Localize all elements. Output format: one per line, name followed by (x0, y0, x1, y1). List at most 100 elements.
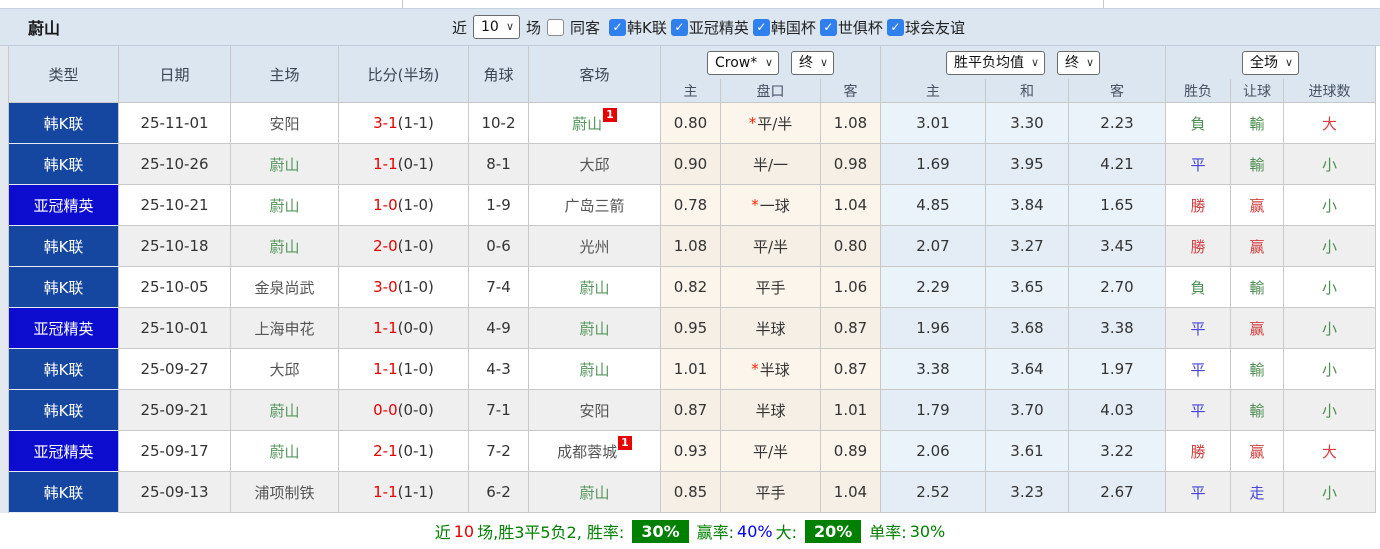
odds1x2-select-wrap: 胜平负均值 ∨ (946, 50, 1045, 75)
summary-badge: 20% (804, 519, 862, 543)
filter-toolbar: 蔚山 近 10 ∨ 场 同客 ✓ 韩K联 ✓ 亚冠精英 ✓ 韩国杯 ✓ 世俱杯 ✓ 球会友谊 (0, 8, 1380, 46)
handicap-result-cell: 輸 (1231, 267, 1284, 308)
home-team-name: 安阳 (269, 114, 300, 133)
odds-draw-cell: 3.95 (986, 144, 1069, 185)
handicap-line-cell: 半/一 (721, 144, 821, 185)
subcol-header-odds-draw: 和 (986, 79, 1069, 103)
col-header-away: 客场 (529, 46, 661, 103)
odds-away-cell: 1.65 (1069, 185, 1166, 226)
handicap-result-cell: 輸 (1231, 103, 1284, 144)
odds-away-cell: 2.23 (1069, 103, 1166, 144)
checkbox-checked-icon[interactable]: ✓ (609, 18, 627, 36)
league-filter[interactable]: ✓ 球会友谊 (886, 17, 965, 38)
subcol-header-handicap-line: 盘口 (721, 79, 821, 103)
handicap-line-cell: 半球 (721, 390, 821, 431)
checkbox-checked-icon[interactable]: ✓ (819, 18, 837, 36)
odds-home-cell: 1.96 (881, 308, 986, 349)
goals-result-cell: 大 (1284, 431, 1376, 472)
league-filter[interactable]: ✓ 韩K联 (609, 17, 667, 38)
handicap-line-cell: 平手 (721, 267, 821, 308)
fulltime-score: 0-0 (373, 401, 398, 419)
summary-text: 大: (775, 523, 797, 542)
odds-draw-cell: 3.23 (986, 472, 1069, 513)
odds-away-cell: 1.97 (1069, 349, 1166, 390)
result-cell: 勝 (1166, 226, 1231, 267)
league-filter-group: ✓ 韩K联 ✓ 亚冠精英 ✓ 韩国杯 ✓ 世俱杯 ✓ 球会友谊 (606, 17, 965, 38)
handicap-line-text: 平/半 (757, 114, 793, 133)
away-team-name: 蔚山 (579, 483, 610, 502)
league-filter[interactable]: ✓ 世俱杯 (819, 17, 883, 38)
summary-text: 40% (737, 521, 773, 541)
fulltime-score: 1-0 (373, 196, 398, 214)
date-cell: 25-09-21 (119, 390, 231, 431)
handicap-line-text: 半球 (755, 319, 786, 338)
fulltime-score: 3-1 (373, 114, 398, 132)
league-badge: 亚冠精英 (9, 308, 119, 349)
handicap-line-text: 半球 (755, 401, 786, 420)
handicap-home-odds-cell: 0.82 (661, 267, 721, 308)
handicap-result-cell: 赢 (1231, 431, 1284, 472)
odds-home-cell: 4.85 (881, 185, 986, 226)
away-team-name: 蔚山 (579, 319, 610, 338)
col-header-score: 比分(半场) (339, 46, 469, 103)
same-opponent-checkbox[interactable] (547, 18, 565, 36)
checkbox-checked-icon[interactable]: ✓ (752, 18, 770, 36)
handicap-time-select[interactable]: 终 (791, 50, 834, 75)
recent-count-select-wrap: 10 ∨ (473, 15, 521, 39)
home-team-cell: 蔚山 (231, 185, 339, 226)
score-cell: 1-1 (1-0) (339, 349, 469, 390)
home-team-name: 蔚山 (269, 442, 300, 461)
home-team-name: 金泉尚武 (254, 278, 315, 297)
note-badge: 1 (603, 108, 617, 122)
note-badge: 1 (618, 436, 632, 450)
home-team-name: 蔚山 (269, 401, 300, 420)
halftime-score: (1-0) (397, 196, 434, 214)
handicap-line-text: 平手 (755, 278, 786, 297)
handicap-home-odds-cell: 0.90 (661, 144, 721, 185)
summary-text: 赢率: (696, 523, 735, 542)
date-cell: 25-09-13 (119, 472, 231, 513)
odds1x2-time-select-wrap: 终 ∨ (1057, 50, 1100, 75)
col-header-home: 主场 (231, 46, 339, 103)
halftime-score: (1-1) (397, 483, 434, 501)
away-team-cell: 大邱 (529, 144, 661, 185)
odds1x2-select[interactable]: 胜平负均值 (946, 50, 1045, 75)
goals-result-cell: 小 (1284, 144, 1376, 185)
fulltime-score: 1-1 (373, 319, 398, 337)
handicap-line-cell: 平手 (721, 472, 821, 513)
summary-text: 近 (434, 523, 451, 542)
corners-cell: 4-9 (469, 308, 529, 349)
scope-select-wrap: 全场 ∨ (1242, 50, 1299, 75)
recent-count-select[interactable]: 10 (473, 15, 521, 39)
handicap-away-odds-cell: 0.80 (821, 226, 881, 267)
league-filter-label: 韩K联 (627, 18, 667, 37)
score-cell: 1-1 (0-0) (339, 308, 469, 349)
handicap-header-group: Crow* ∨ 终 ∨ (661, 46, 881, 79)
top-strip (0, 0, 1380, 8)
summary-text: 场,胜3平5负2, 胜率: (477, 523, 625, 542)
col-header-corners: 角球 (469, 46, 529, 103)
handicap-line-text: 平/半 (752, 237, 789, 256)
handicap-line-text: 一球 (759, 196, 790, 215)
handicap-home-odds-cell: 0.80 (661, 103, 721, 144)
league-filter[interactable]: ✓ 亚冠精英 (670, 17, 749, 38)
goals-result-cell: 小 (1284, 472, 1376, 513)
result-cell: 平 (1166, 308, 1231, 349)
bookmaker-select[interactable]: Crow* (707, 50, 779, 75)
handicap-line-cell: 平/半 (721, 226, 821, 267)
divider (1103, 0, 1104, 8)
checkbox-checked-icon[interactable]: ✓ (886, 18, 904, 36)
subcol-header-handicap-away: 客 (821, 79, 881, 103)
score-cell: 3-0 (1-0) (339, 267, 469, 308)
subcol-header-odds-home: 主 (881, 79, 986, 103)
league-filter[interactable]: ✓ 韩国杯 (752, 17, 816, 38)
halftime-score: (0-0) (397, 319, 434, 337)
odds1x2-time-select[interactable]: 终 (1057, 50, 1100, 75)
fulltime-score: 1-1 (373, 360, 398, 378)
scope-select[interactable]: 全场 (1242, 50, 1299, 75)
asterisk-marker: * (751, 196, 759, 214)
odds-away-cell: 3.38 (1069, 308, 1166, 349)
result-cell: 負 (1166, 103, 1231, 144)
checkbox-checked-icon[interactable]: ✓ (670, 18, 688, 36)
halftime-score: (0-0) (397, 401, 434, 419)
